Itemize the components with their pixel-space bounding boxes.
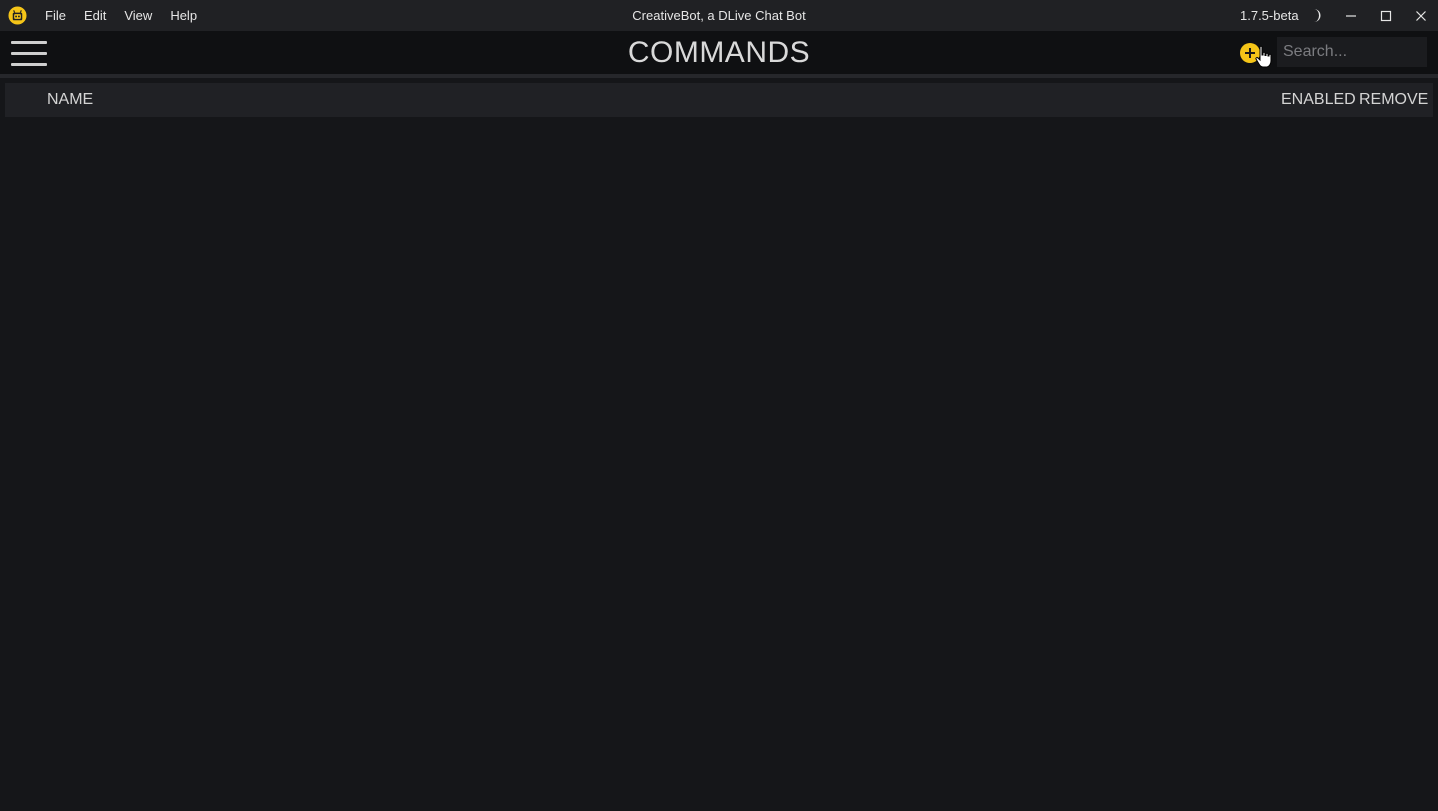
- minimize-icon: [1346, 14, 1356, 17]
- menu-view[interactable]: View: [115, 0, 161, 31]
- menu-file[interactable]: File: [36, 0, 75, 31]
- title-bar: File Edit View Help CreativeBot, a DLive…: [0, 0, 1438, 31]
- column-header-enabled[interactable]: ENABLED: [1281, 83, 1356, 117]
- menu-bar: File Edit View Help: [36, 0, 206, 31]
- toolbar-divider: [0, 74, 1438, 78]
- close-icon: [1416, 10, 1426, 21]
- minimize-button[interactable]: [1334, 0, 1368, 31]
- creativebot-logo-icon[interactable]: [8, 6, 27, 25]
- search-input[interactable]: [1277, 37, 1427, 67]
- table-header: NAME ENABLED REMOVE: [5, 83, 1433, 117]
- column-header-remove[interactable]: REMOVE: [1359, 83, 1428, 117]
- moon-icon[interactable]: [1306, 6, 1324, 25]
- maximize-icon: [1380, 10, 1392, 21]
- close-button[interactable]: [1404, 0, 1438, 31]
- column-header-name[interactable]: NAME: [47, 83, 93, 117]
- maximize-button[interactable]: [1369, 0, 1403, 31]
- menu-edit[interactable]: Edit: [75, 0, 115, 31]
- window-title: CreativeBot, a DLive Chat Bot: [632, 8, 806, 23]
- commands-list: [0, 117, 1438, 811]
- page-title: COMMANDS: [627, 36, 811, 69]
- add-command-button[interactable]: [1239, 42, 1261, 64]
- version-label: 1.7.5-beta: [1240, 8, 1299, 23]
- menu-help[interactable]: Help: [161, 0, 206, 31]
